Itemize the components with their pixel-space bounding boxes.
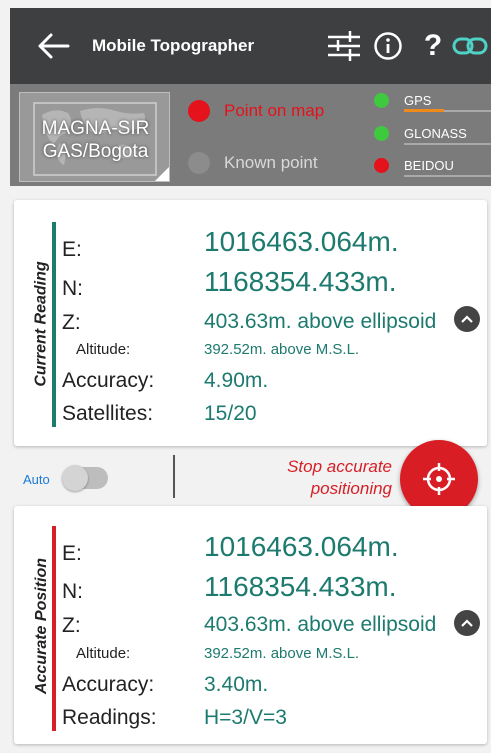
radio-unselected-icon [188, 152, 210, 174]
altitude-value: 392.52m. above M.S.L. [204, 645, 360, 662]
e-label: E: [62, 542, 82, 565]
altitude-label: Altitude: [76, 645, 131, 662]
status-panel: MAGNA-SIR GAS/Bogota Point on map Known … [10, 84, 491, 186]
accuracy-label: Accuracy: [62, 673, 155, 696]
stop-accurate-positioning-link[interactable]: Stop accurate positioning [236, 456, 392, 500]
arrow-left-icon [38, 33, 70, 59]
link-icon [452, 37, 488, 55]
accuracy-value: 3.40m. [204, 673, 269, 696]
accuracy-label: Accuracy: [62, 369, 155, 392]
z-value: 403.63m. above ellipsoid [204, 310, 437, 333]
z-label: Z: [62, 614, 81, 637]
settings-button[interactable] [324, 28, 364, 64]
point-on-map-option[interactable]: Point on map [188, 100, 324, 122]
gps-signal-bar [404, 109, 444, 112]
expand-button[interactable] [454, 306, 480, 332]
positioning-controls: Auto Stop accurate positioning [10, 440, 491, 518]
point-on-map-label: Point on map [224, 101, 325, 120]
z-value: 403.63m. above ellipsoid [204, 613, 437, 636]
e-label: E: [62, 238, 82, 261]
altitude-value: 392.52m. above M.S.L. [204, 341, 360, 358]
known-point-label: Known point [224, 153, 318, 172]
n-value: 1168354.433m. [204, 266, 397, 297]
chevron-up-icon [461, 619, 473, 627]
dropdown-corner-icon [155, 167, 169, 181]
n-label: N: [62, 277, 83, 300]
e-value: 1016463.064m. [204, 531, 399, 562]
satellites-value: 15/20 [204, 402, 257, 425]
crosshair-icon [423, 463, 455, 495]
app-toolbar: Mobile Topographer ? [10, 8, 491, 84]
glonass-signal-track [404, 143, 491, 145]
z-label: Z: [62, 311, 81, 334]
auto-label: Auto [23, 472, 50, 487]
chevron-up-icon [461, 315, 473, 323]
crs-selector[interactable]: MAGNA-SIR GAS/Bogota [19, 92, 170, 182]
current-reading-card: Current Reading E: 1016463.064m. N: 1168… [14, 200, 487, 446]
beidou-label: BEIDOU [404, 158, 454, 173]
link-button[interactable] [452, 28, 491, 64]
back-button[interactable] [36, 32, 72, 60]
page-title: Mobile Topographer [92, 36, 255, 55]
beidou-status-icon [374, 158, 389, 173]
n-value: 1168354.433m. [204, 571, 397, 602]
gnss-glonass: GLONASS [374, 126, 491, 145]
crs-line-1: MAGNA-SIR [41, 118, 150, 139]
e-value: 1016463.064m. [204, 226, 399, 257]
gnss-beidou: BEIDOU [374, 158, 491, 177]
toggle-knob [62, 465, 88, 491]
divider [173, 455, 175, 498]
help-button[interactable]: ? [420, 28, 446, 64]
radio-selected-icon [188, 100, 210, 122]
accurate-position-card: Accurate Position E: 1016463.064m. N: 11… [14, 506, 487, 744]
glonass-status-icon [374, 126, 389, 141]
satellites-label: Satellites: [62, 402, 154, 425]
readings-label: Readings: [62, 706, 157, 729]
glonass-label: GLONASS [404, 126, 467, 141]
gnss-gps: GPS [374, 93, 491, 112]
stop-line-1: Stop accurate [287, 457, 392, 476]
readings-value: H=3/V=3 [204, 706, 287, 729]
accuracy-value: 4.90m. [204, 369, 269, 392]
gps-label: GPS [404, 93, 432, 108]
altitude-label: Altitude: [76, 341, 131, 358]
current-accent-bar [52, 222, 56, 427]
accurate-accent-bar [52, 526, 56, 731]
crs-label: MAGNA-SIR GAS/Bogota [20, 117, 169, 163]
expand-button[interactable] [454, 610, 480, 636]
sliders-icon [328, 31, 360, 61]
beidou-signal-track [404, 175, 491, 177]
info-circle-icon [374, 32, 402, 60]
gps-status-icon [374, 93, 389, 108]
info-button[interactable] [371, 28, 405, 64]
known-point-option[interactable]: Known point [188, 152, 318, 174]
auto-toggle[interactable] [62, 465, 108, 491]
n-label: N: [62, 580, 83, 603]
crs-line-2: GAS/Bogota [42, 141, 149, 162]
stop-line-2: positioning [310, 479, 392, 498]
